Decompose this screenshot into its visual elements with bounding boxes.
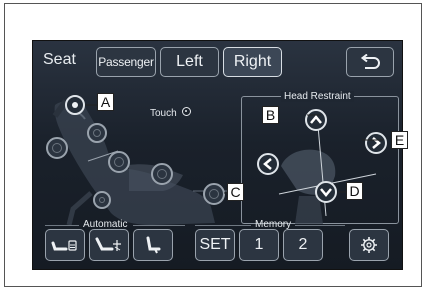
seat-control-a-dot — [72, 102, 78, 108]
memory-divider-left — [195, 225, 251, 226]
auto-mode-3-button[interactable] — [133, 229, 173, 261]
seat-control-a-button[interactable] — [65, 95, 85, 115]
back-button[interactable] — [346, 47, 394, 77]
tab-left[interactable]: Left — [160, 47, 219, 77]
auto-mode-1-button[interactable] — [45, 229, 85, 261]
settings-button[interactable] — [349, 229, 389, 261]
memory-set-button[interactable]: SET — [195, 229, 235, 261]
seat-recline-icon — [51, 240, 77, 251]
seat-height-control[interactable] — [93, 191, 111, 209]
seat-cushion-control[interactable] — [151, 163, 173, 185]
chevron-right-icon — [372, 137, 381, 149]
seat-lumbar-control[interactable] — [108, 151, 130, 173]
tab-passenger-label: Passenger — [98, 55, 154, 69]
touch-indicator-icon — [182, 107, 191, 116]
head-restraint-right-button[interactable] — [365, 132, 387, 154]
seat-reclined-icon — [95, 237, 121, 251]
callout-a: A — [97, 93, 114, 111]
memory-2-label: 2 — [298, 236, 308, 253]
seat-control-screen: Seat Passenger Left Right Touch Head Res… — [32, 40, 403, 270]
gear-icon — [361, 237, 377, 253]
head-restraint-left-button[interactable] — [257, 153, 279, 175]
head-restraint-down-button[interactable] — [315, 181, 337, 203]
head-restraint-up-button[interactable] — [305, 109, 327, 131]
seat-backrest-side-control[interactable] — [46, 137, 68, 159]
memory-divider-right — [295, 225, 345, 226]
tab-passenger[interactable]: Passenger — [96, 47, 156, 77]
automatic-divider-left — [45, 225, 79, 226]
figure-frame: Seat Passenger Left Right Touch Head Res… — [4, 3, 422, 287]
automatic-divider-right — [133, 225, 185, 226]
callout-d: D — [346, 182, 363, 200]
memory-2-button[interactable]: 2 — [283, 229, 323, 261]
return-arrow-icon — [360, 54, 380, 69]
touch-label: Touch — [150, 108, 177, 119]
memory-1-button[interactable]: 1 — [239, 229, 279, 261]
callout-e: E — [391, 131, 408, 149]
chevron-down-icon — [320, 188, 332, 197]
seat-upright-icon — [146, 236, 161, 254]
callout-b: B — [262, 106, 279, 124]
tab-right-label: Right — [233, 53, 272, 70]
chevron-up-icon — [310, 115, 322, 124]
memory-set-label: SET — [199, 236, 231, 253]
seat-slide-control-c[interactable] — [203, 183, 225, 205]
tab-right[interactable]: Right — [223, 47, 282, 77]
auto-mode-2-button[interactable] — [89, 229, 129, 261]
seat-label: Seat — [43, 51, 76, 68]
memory-1-label: 1 — [254, 236, 264, 253]
chevron-left-icon — [263, 158, 272, 170]
callout-c: C — [227, 183, 244, 201]
tab-left-label: Left — [176, 53, 203, 70]
seat-backrest-upper-control[interactable] — [87, 123, 107, 143]
